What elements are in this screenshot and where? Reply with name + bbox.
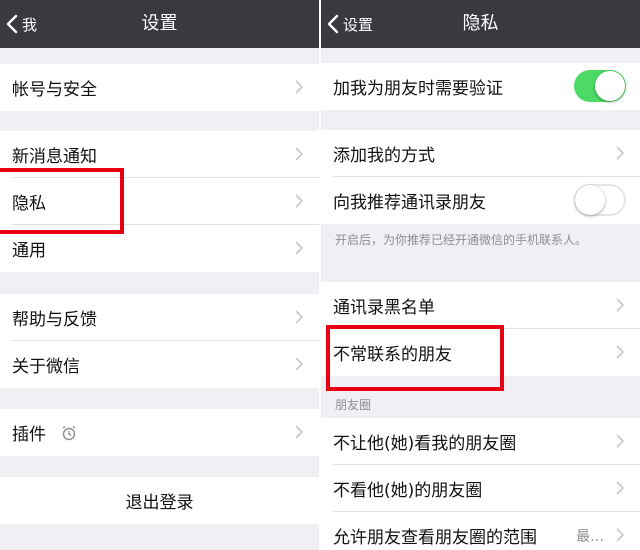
logout-button[interactable]: 退出登录 [0, 477, 319, 524]
recommend-hint: 开启后，为你推荐已经开通微信的手机联系人。 [335, 233, 588, 247]
page-title: 设置 [141, 13, 178, 34]
settings-navbar: 我 设置 [0, 0, 319, 48]
toggle-knob [575, 185, 605, 215]
settings-item-plugins[interactable]: 插件 [0, 409, 319, 456]
item-label: 通讯录黑名单 [333, 298, 435, 318]
plugin-alarm-icon [62, 425, 76, 440]
chevron-right-icon [616, 481, 624, 495]
item-label: 帐号与安全 [12, 80, 97, 100]
settings-item-privacy[interactable]: 隐私 [0, 178, 319, 225]
privacy-item-moments-range[interactable]: 允许朋友查看朋友圈的范围 最… [321, 512, 640, 550]
toggle-knob [595, 71, 625, 101]
privacy-item-block-view[interactable]: 不让他(她)看我的朋友圈 [321, 418, 640, 465]
chevron-right-icon [295, 241, 303, 255]
settings-item-new-message[interactable]: 新消息通知 [0, 131, 319, 178]
item-label: 添加我的方式 [333, 146, 435, 166]
logout-label: 退出登录 [125, 493, 194, 513]
privacy-item-add-methods[interactable]: 添加我的方式 [321, 130, 640, 177]
item-label: 不看他(她)的朋友圈 [333, 481, 483, 501]
item-label: 不让他(她)看我的朋友圈 [333, 434, 517, 454]
recommend-contacts-toggle[interactable] [574, 184, 626, 216]
item-label: 隐私 [12, 194, 46, 214]
chevron-right-icon [295, 357, 303, 371]
privacy-navbar: 设置 隐私 [321, 0, 640, 48]
item-label: 帮助与反馈 [12, 310, 97, 330]
privacy-item-hide-view[interactable]: 不看他(她)的朋友圈 [321, 465, 640, 512]
moments-section-title: 朋友圈 [335, 398, 372, 412]
privacy-item-verify-friend: 加我为朋友时需要验证 [321, 63, 640, 110]
chevron-right-icon [295, 194, 303, 208]
chevron-right-icon [295, 80, 303, 94]
chevron-right-icon [295, 310, 303, 324]
item-label: 不常联系的朋友 [333, 345, 452, 365]
chevron-right-icon [295, 425, 303, 439]
privacy-item-recommend-contacts: 向我推荐通讯录朋友 [321, 177, 640, 224]
settings-item-about[interactable]: 关于微信 [0, 341, 319, 388]
settings-item-help-feedback[interactable]: 帮助与反馈 [0, 294, 319, 341]
privacy-item-infrequent-friends[interactable]: 不常联系的朋友 [321, 329, 640, 376]
item-label: 向我推荐通讯录朋友 [333, 193, 486, 213]
chevron-right-icon [616, 434, 624, 448]
privacy-screen: 设置 隐私 加我为朋友时需要验证 添加我的方式 向我推荐通讯录朋友 开启后，为你… [321, 0, 640, 550]
item-label: 允许朋友查看朋友圈的范围 [333, 528, 537, 548]
settings-item-general[interactable]: 通用 [0, 225, 319, 272]
chevron-right-icon [616, 146, 624, 160]
chevron-right-icon [616, 298, 624, 312]
item-label: 插件 [12, 425, 46, 445]
chevron-right-icon [616, 345, 624, 359]
privacy-item-blacklist[interactable]: 通讯录黑名单 [321, 282, 640, 329]
item-label: 新消息通知 [12, 147, 97, 167]
item-label: 加我为朋友时需要验证 [333, 79, 503, 99]
item-label: 关于微信 [12, 357, 80, 377]
page-title: 隐私 [462, 13, 499, 34]
chevron-right-icon [295, 147, 303, 161]
moments-range-value: 最… [576, 528, 604, 545]
item-label: 通用 [12, 241, 46, 261]
settings-item-account-security[interactable]: 帐号与安全 [0, 64, 319, 111]
verify-friend-toggle[interactable] [574, 70, 626, 102]
settings-screen: 我 设置 帐号与安全 新消息通知 隐私 通用 帮助与反馈 关于微信 插件 退出登 [0, 0, 319, 550]
chevron-right-icon [616, 528, 624, 542]
